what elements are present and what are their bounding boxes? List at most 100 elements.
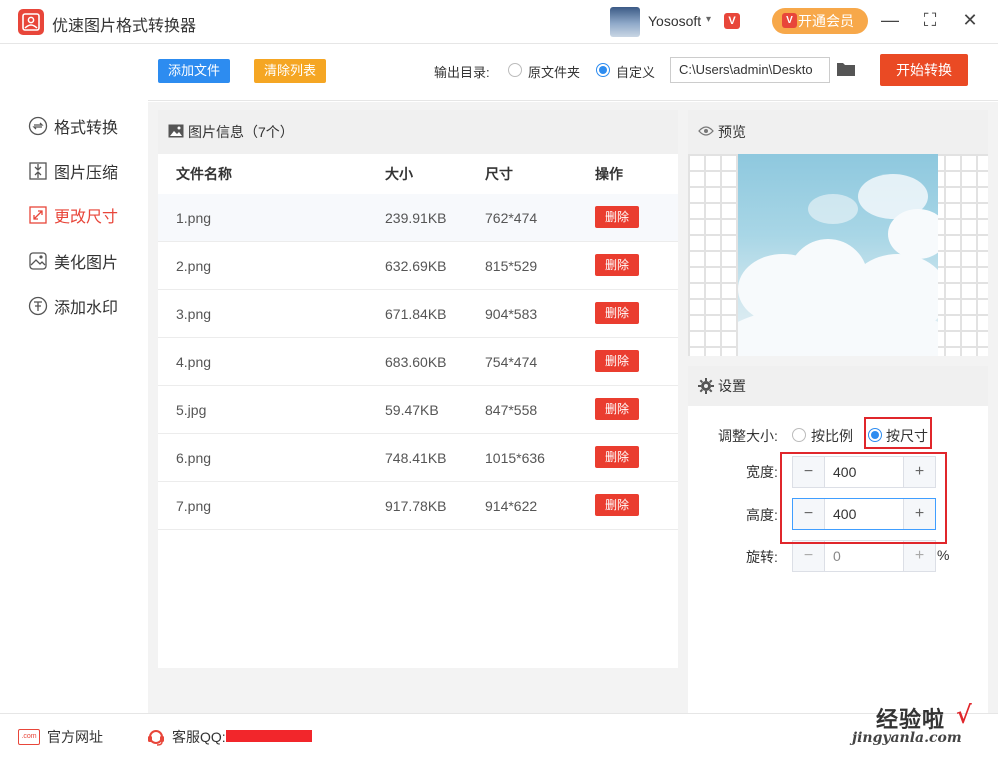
rotate-unit: %	[937, 547, 950, 563]
support-qq-label: 客服QQ:	[172, 729, 226, 745]
preview-panel: 预览	[688, 110, 988, 356]
table-row[interactable]: 2.png 632.69KB 815*529 删除	[158, 242, 678, 290]
column-header-size: 大小	[385, 166, 413, 182]
file-name: 5.jpg	[176, 402, 207, 418]
original-folder-label[interactable]: 原文件夹	[528, 62, 580, 81]
delete-button[interactable]: 删除	[595, 206, 639, 228]
custom-folder-label[interactable]: 自定义	[616, 62, 655, 81]
column-header-name: 文件名称	[176, 166, 232, 182]
delete-button[interactable]: 删除	[595, 446, 639, 468]
toolbar: 添加文件 清除列表 输出目录: 原文件夹 自定义 C:\Users\admin\…	[148, 44, 998, 101]
sidebar-item-label: 添加水印	[54, 300, 119, 317]
column-header-action: 操作	[595, 166, 623, 182]
rotate-increase-button[interactable]: +	[903, 541, 935, 571]
sidebar-item-label: 图片压缩	[54, 165, 119, 182]
website-icon: .com	[18, 729, 40, 745]
sidebar-item-watermark[interactable]: 添加水印	[28, 294, 118, 318]
table-row[interactable]: 5.jpg 59.47KB 847*558 删除	[158, 386, 678, 434]
convert-icon	[28, 116, 48, 136]
beautify-icon	[29, 252, 47, 270]
vip-status-icon: V	[724, 13, 740, 29]
by-ratio-label[interactable]: 按比例	[811, 426, 853, 446]
resize-mode-label: 调整大小:	[718, 428, 778, 444]
original-folder-radio[interactable]	[508, 63, 522, 77]
file-name: 4.png	[176, 354, 212, 370]
app-title: 优速图片格式转换器	[52, 18, 197, 35]
sidebar-item-resize[interactable]: 更改尺寸	[28, 203, 118, 227]
file-size: 59.47KB	[385, 402, 439, 418]
rotate-label: 旋转:	[746, 549, 778, 565]
table-row[interactable]: 4.png 683.60KB 754*474 删除	[158, 338, 678, 386]
file-size: 683.60KB	[385, 354, 447, 370]
close-button[interactable]: ✕	[960, 10, 980, 30]
table-row[interactable]: 6.png 748.41KB 1015*636 删除	[158, 434, 678, 482]
file-name: 6.png	[176, 450, 212, 466]
file-panel-title: 图片信息（7个）	[188, 124, 294, 140]
width-label: 宽度:	[746, 464, 778, 480]
output-dir-label: 输出目录:	[434, 65, 490, 80]
official-site-link[interactable]: .com 官方网址	[18, 728, 103, 746]
highlight-box-size-option	[864, 417, 932, 449]
file-dimensions: 1015*636	[485, 450, 545, 466]
file-list-panel: 图片信息（7个） 文件名称 大小 尺寸 操作 1.png 239.91KB 76…	[158, 110, 678, 668]
vip-button[interactable]: V 开通会员	[772, 8, 868, 34]
resize-icon	[29, 206, 47, 224]
support-qq-link[interactable]: 客服QQ:	[146, 728, 226, 746]
clear-list-button[interactable]: 清除列表	[254, 59, 326, 83]
vip-badge-icon: V	[782, 13, 797, 28]
table-row[interactable]: 7.png 917.78KB 914*622 删除	[158, 482, 678, 530]
file-dimensions: 754*474	[485, 354, 538, 370]
image-icon	[168, 124, 184, 138]
file-dimensions: 904*583	[485, 306, 538, 322]
file-name: 3.png	[176, 306, 212, 322]
eye-icon	[698, 126, 714, 136]
sidebar-item-label: 格式转换	[54, 120, 119, 137]
gear-icon	[698, 378, 714, 394]
redaction-bar	[226, 730, 312, 742]
file-size: 917.78KB	[385, 498, 447, 514]
file-dimensions: 914*622	[485, 498, 538, 514]
file-size: 632.69KB	[385, 258, 447, 274]
table-row[interactable]: 3.png 671.84KB 904*583 删除	[158, 290, 678, 338]
chevron-down-icon[interactable]: ▾	[706, 14, 711, 25]
folder-icon[interactable]	[836, 61, 856, 77]
vip-button-label: 开通会员	[798, 13, 854, 29]
custom-folder-radio[interactable]	[596, 63, 610, 77]
preview-title: 预览	[718, 124, 746, 140]
file-size: 239.91KB	[385, 210, 447, 226]
rotate-input[interactable]: 0	[833, 541, 841, 571]
start-convert-button[interactable]: 开始转换	[880, 54, 968, 86]
output-path-input[interactable]: C:\Users\admin\Deskto	[670, 57, 830, 83]
delete-button[interactable]: 删除	[595, 398, 639, 420]
watermark-domain: jingyanla.com	[852, 730, 962, 746]
official-site-label: 官方网址	[47, 729, 103, 745]
watermark-logo: 经验啦 √ jingyanla.com	[848, 700, 988, 752]
minimize-button[interactable]: —	[880, 10, 900, 30]
delete-button[interactable]: 删除	[595, 254, 639, 276]
table-row[interactable]: 1.png 239.91KB 762*474 删除	[158, 194, 678, 242]
delete-button[interactable]: 删除	[595, 350, 639, 372]
sidebar-item-format-convert[interactable]: 格式转换	[28, 114, 118, 138]
preview-image	[738, 154, 938, 356]
file-name: 1.png	[176, 210, 212, 226]
watermark-icon	[28, 296, 48, 316]
maximize-button[interactable]: ⛶	[920, 10, 940, 30]
by-ratio-radio[interactable]	[792, 428, 806, 442]
sidebar-item-label: 美化图片	[54, 255, 119, 272]
rotate-decrease-button[interactable]: −	[793, 541, 825, 571]
preview-header: 预览	[688, 110, 988, 154]
add-file-button[interactable]: 添加文件	[158, 59, 230, 83]
delete-button[interactable]: 删除	[595, 302, 639, 324]
sidebar-item-beautify[interactable]: 美化图片	[28, 249, 118, 273]
app-logo-icon	[18, 9, 44, 35]
compress-icon	[29, 162, 47, 180]
rotate-stepper[interactable]: − 0 +	[792, 540, 936, 572]
sidebar-item-label: 更改尺寸	[54, 209, 119, 226]
headset-icon	[148, 730, 164, 746]
file-name: 2.png	[176, 258, 212, 274]
avatar[interactable]	[610, 7, 640, 37]
username[interactable]: Yososoft	[648, 13, 701, 29]
file-dimensions: 847*558	[485, 402, 538, 418]
sidebar-item-image-compress[interactable]: 图片压缩	[28, 159, 118, 183]
delete-button[interactable]: 删除	[595, 494, 639, 516]
